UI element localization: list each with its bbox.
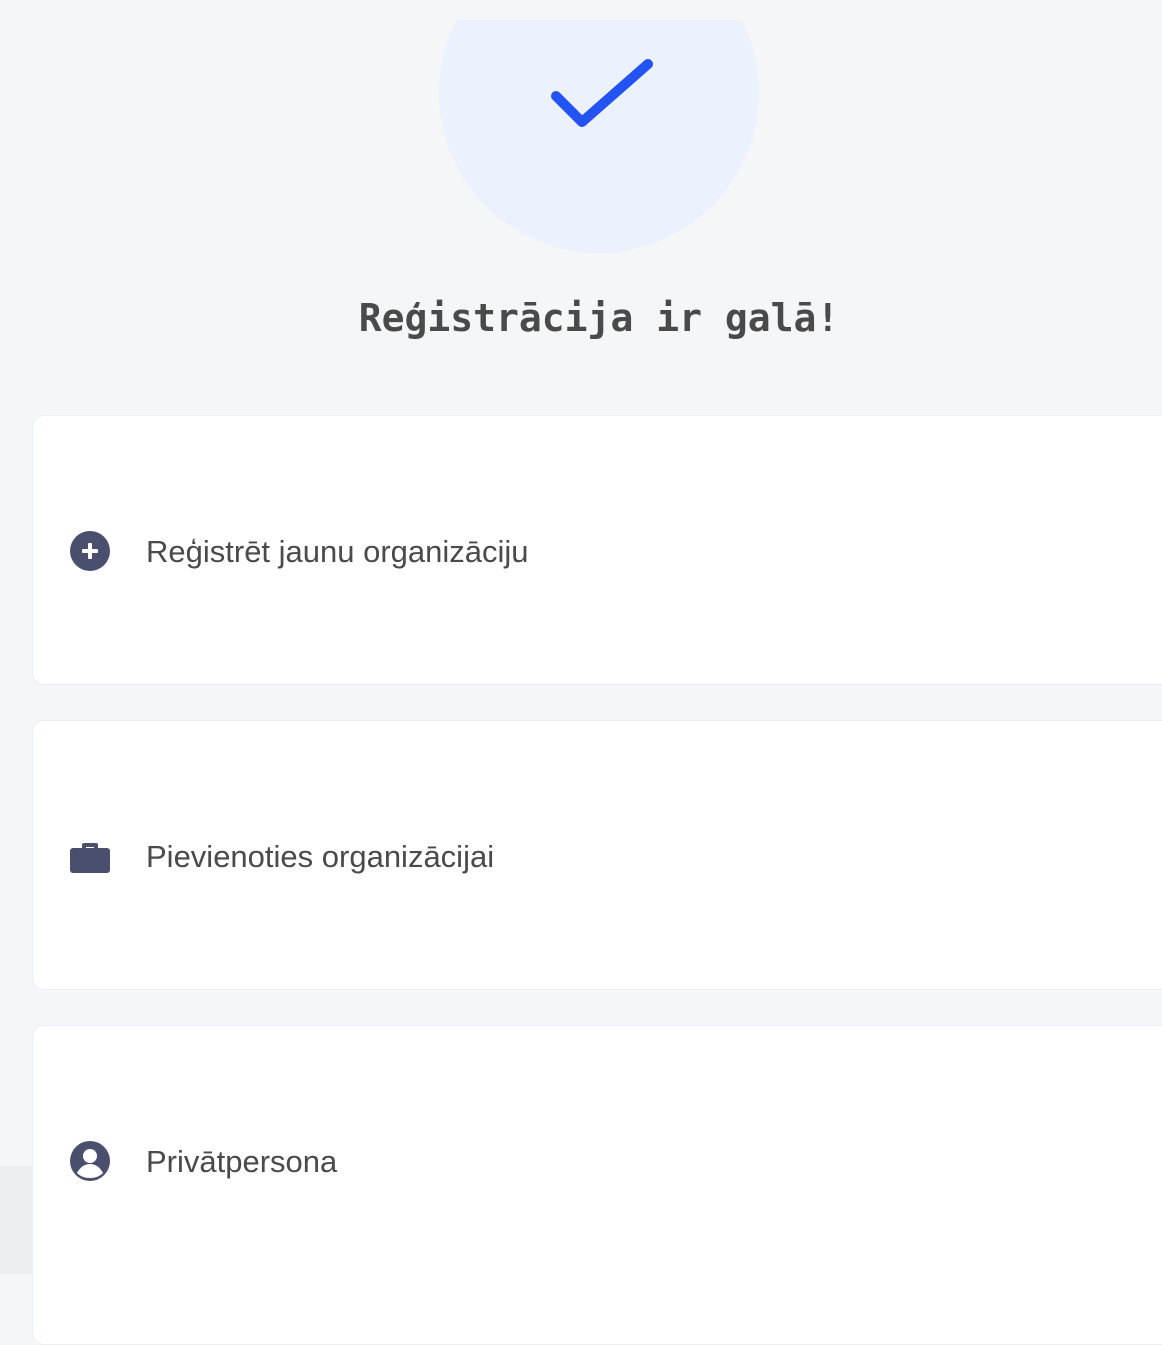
user-circle-icon — [70, 1141, 110, 1181]
join-organization-option[interactable]: Pievienoties organizācijai — [32, 720, 1162, 990]
top-strip — [0, 0, 1162, 20]
option-label: Privātpersona — [146, 1144, 338, 1179]
checkmark-icon — [551, 59, 653, 127]
page-title: Reģistrācija ir galā! — [358, 296, 840, 340]
plus-circle-icon — [70, 531, 110, 571]
option-label: Pievienoties organizācijai — [146, 839, 495, 874]
private-person-option[interactable]: Privātpersona — [32, 1025, 1162, 1345]
option-label: Reģistrēt jaunu organizāciju — [146, 534, 529, 569]
register-organization-option[interactable]: Reģistrēt jaunu organizāciju — [32, 415, 1162, 685]
briefcase-icon — [70, 843, 110, 873]
